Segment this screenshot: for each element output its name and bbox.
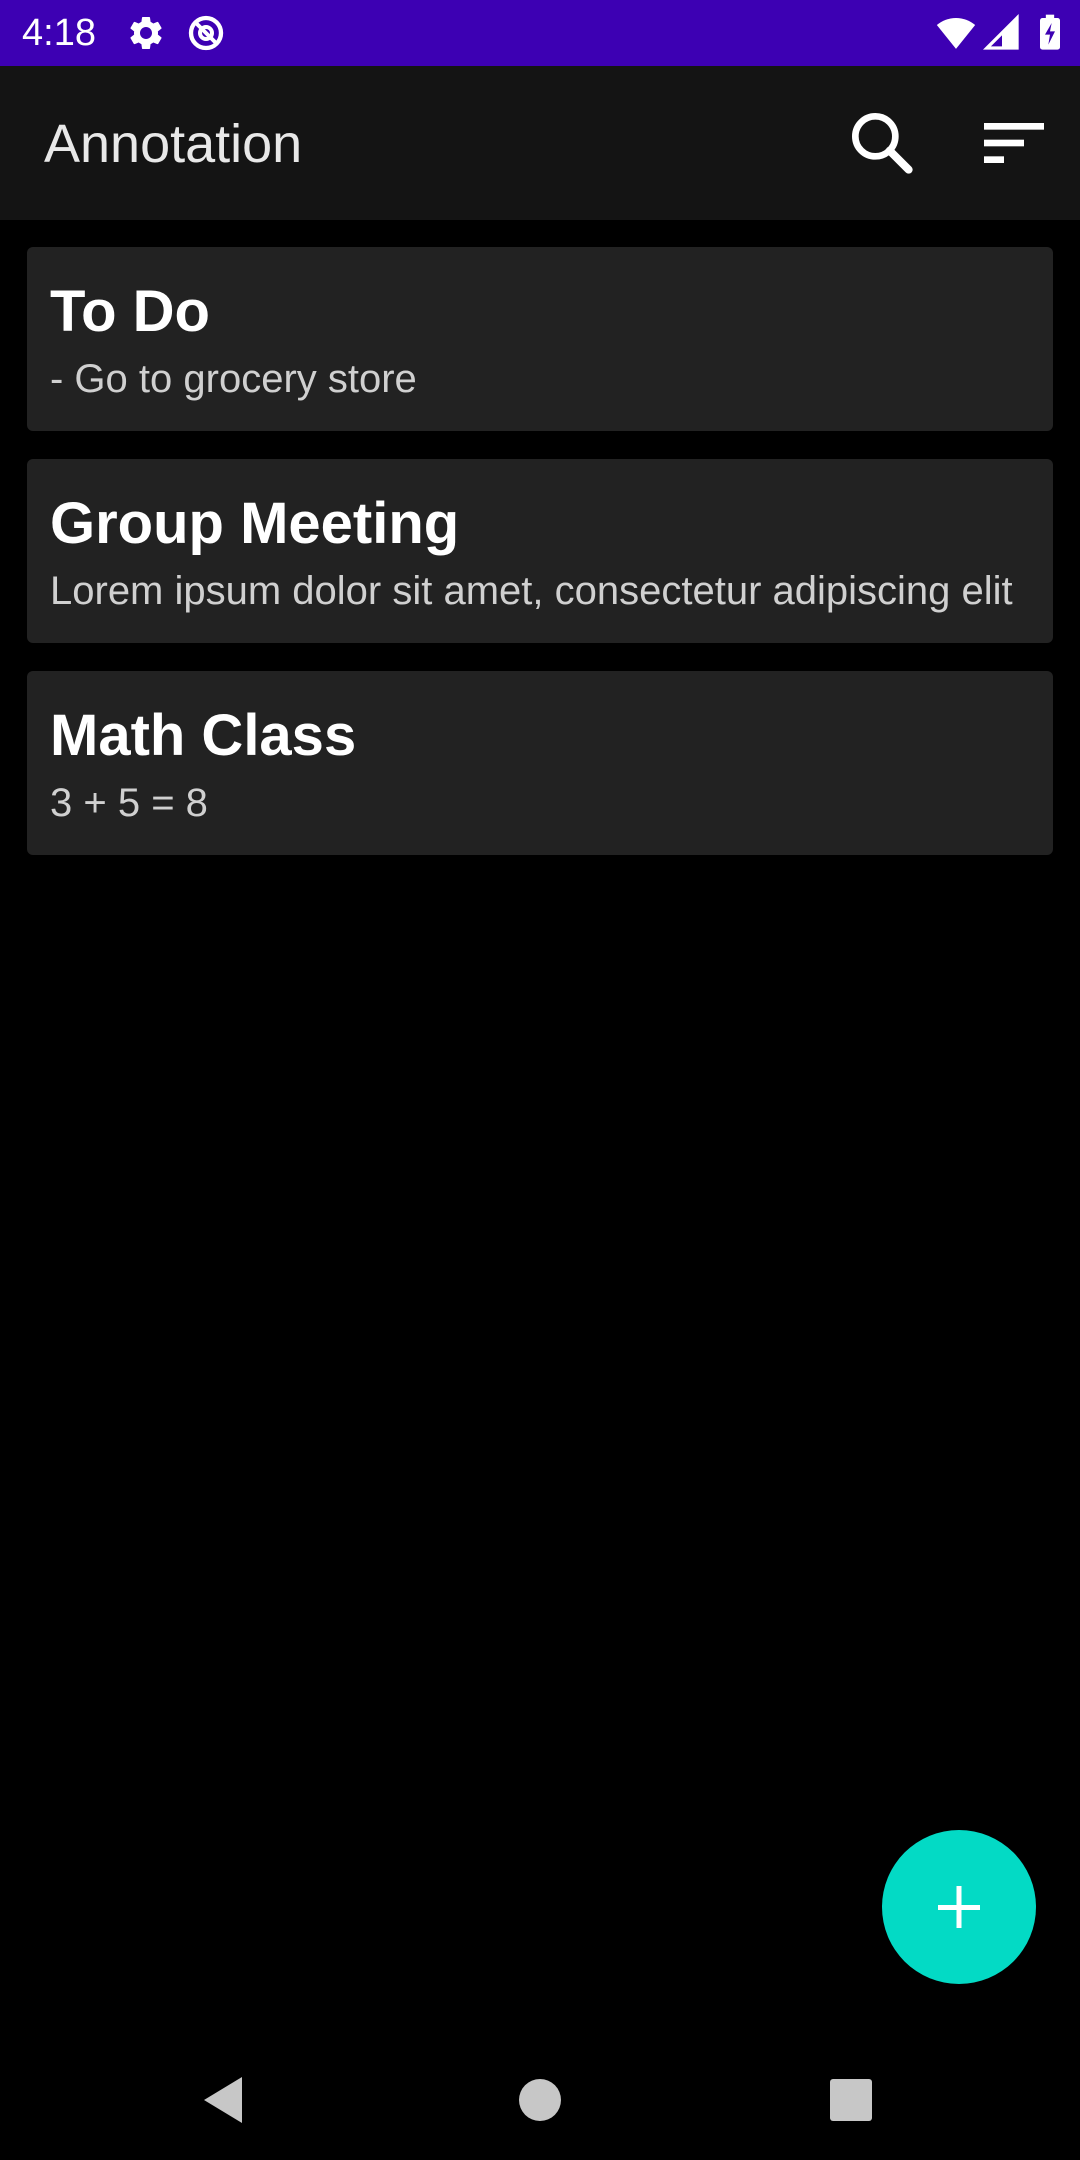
note-card-group-meeting[interactable]: Group Meeting Lorem ipsum dolor sit amet… [27, 459, 1053, 643]
at-sign-icon [186, 13, 226, 53]
app-bar: Annotation [0, 66, 1080, 220]
note-body: Lorem ipsum dolor sit amet, consectetur … [50, 569, 1013, 613]
settings-icon [126, 13, 166, 53]
back-icon[interactable] [190, 2065, 260, 2135]
sort-icon[interactable] [974, 103, 1054, 183]
app-title: Annotation [44, 114, 303, 174]
note-card-to-do[interactable]: To Do - Go to grocery store [27, 247, 1053, 431]
note-card-math-class[interactable]: Math Class 3 + 5 = 8 [27, 671, 1053, 855]
search-icon[interactable] [842, 103, 922, 183]
recents-icon[interactable] [816, 2065, 886, 2135]
add-note-button[interactable] [882, 1830, 1036, 1984]
home-icon[interactable] [505, 2065, 575, 2135]
battery-charging-icon [1030, 13, 1070, 53]
signal-icon [982, 13, 1022, 53]
note-title: Math Class [50, 703, 357, 768]
note-body: - Go to grocery store [50, 357, 417, 401]
note-title: Group Meeting [50, 491, 460, 556]
status-time: 4:18 [22, 12, 96, 54]
note-body: 3 + 5 = 8 [50, 781, 208, 825]
note-title: To Do [50, 279, 210, 344]
plus-icon [938, 1886, 980, 1928]
nav-bar [0, 2040, 1080, 2160]
wifi-icon [936, 13, 976, 53]
status-bar: 4:18 [0, 0, 1080, 66]
note-list: To Do - Go to grocery store Group Meetin… [27, 247, 1053, 883]
